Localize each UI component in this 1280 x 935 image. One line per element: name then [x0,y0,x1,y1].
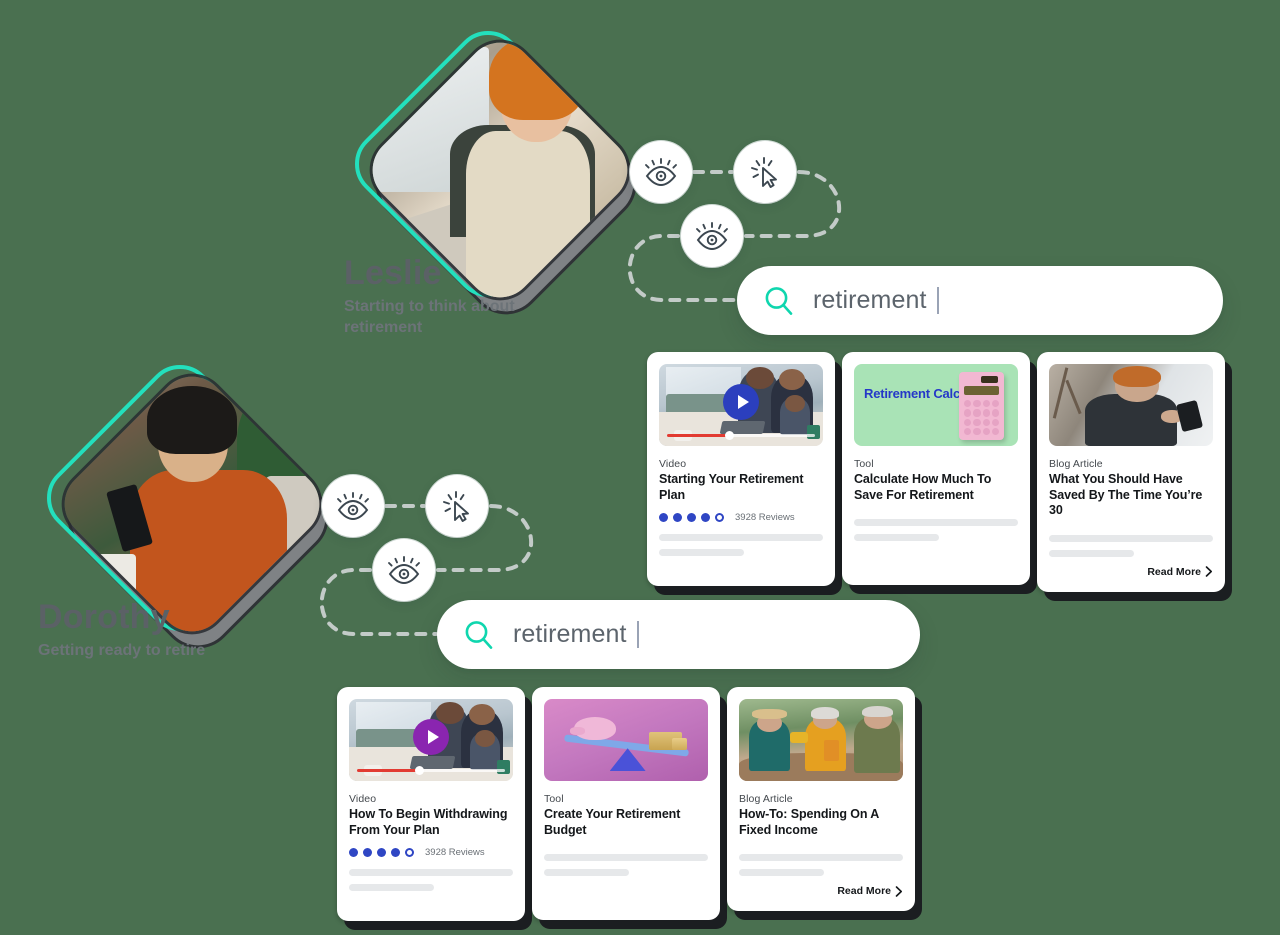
card-thumbnail [659,364,823,446]
play-button-icon[interactable] [723,384,759,420]
card-kind: Video [659,458,687,470]
eye-icon [696,222,728,250]
placeholder-line [659,534,823,541]
card-title: How To Begin Withdrawing From Your Plan [349,807,508,837]
journey-eye-bubble-dorothy-1[interactable] [322,475,384,537]
card-kind: Tool [854,458,874,470]
card-rating: 3928 Reviews [659,512,823,523]
persona-dorothy-label: Dorothy Getting ready to retire [38,598,206,661]
placeholder-line [739,869,825,876]
rating-dot [363,848,372,857]
card-thumbnail [739,699,903,781]
journey-eye-bubble-dorothy-2[interactable] [373,539,435,601]
rating-dot [687,513,696,522]
placeholder-line [349,884,435,891]
search-icon [463,619,495,651]
search-icon [763,285,795,317]
persona-name: Leslie [344,254,442,292]
card-review-count: 3928 Reviews [425,847,485,858]
placeholder-line [739,854,903,861]
search-bar-leslie[interactable]: retirement [737,266,1223,335]
chevron-right-icon [895,885,902,897]
journey-click-bubble-leslie[interactable] [734,141,796,203]
journey-eye-bubble-leslie-1[interactable] [630,141,692,203]
card-kind: Tool [544,793,564,805]
card-thumbnail [544,699,708,781]
play-button-icon[interactable] [413,719,449,755]
persona-leslie-avatar [340,16,648,326]
rating-dot [391,848,400,857]
read-more-button[interactable]: Read More [1049,566,1213,578]
result-card[interactable]: Blog Article How-To: Spending On A Fixed… [727,687,915,911]
text-caret [636,621,639,648]
click-cursor-icon [751,157,777,188]
card-rating: 3928 Reviews [349,847,513,858]
journey-eye-bubble-leslie-2[interactable] [681,205,743,267]
text-caret [936,287,939,314]
card-title: Calculate How Much To Save For Retiremen… [854,472,992,502]
eye-icon [645,158,677,186]
persona-subtitle: Getting ready to retire [38,641,206,659]
journey-click-bubble-dorothy[interactable] [426,475,488,537]
rating-dot-empty [715,513,724,522]
rating-dot [659,513,668,522]
piggy-bank-seesaw-illustration [544,699,708,781]
eye-icon [337,492,369,520]
rating-dot [349,848,358,857]
video-progress-bar[interactable] [667,431,815,440]
result-card[interactable]: Video How To Begin Withdrawing From Your… [337,687,525,921]
read-more-button[interactable]: Read More [739,885,903,897]
card-kind: Blog Article [1049,458,1103,470]
placeholder-line [1049,549,1135,557]
placeholder-line [854,534,940,541]
card-kind: Blog Article [739,793,793,805]
placeholder-line [659,549,745,556]
search-input-dorothy[interactable]: retirement [513,620,627,649]
result-card[interactable]: Retirement Calculator Tool Calculate How… [842,352,1030,585]
eye-icon [388,556,420,584]
video-progress-bar[interactable] [357,766,505,775]
rating-dot-empty [405,848,414,857]
rating-dot [673,513,682,522]
placeholder-line [349,869,513,876]
read-more-label: Read More [837,885,891,897]
search-input-leslie[interactable]: retirement [813,286,927,315]
rating-dot [377,848,386,857]
card-thumbnail: Retirement Calculator [854,364,1018,446]
chevron-right-icon [1205,566,1212,577]
card-title: Starting Your Retirement Plan [659,472,804,502]
card-review-count: 3928 Reviews [735,512,795,523]
placeholder-line [854,519,1018,526]
persona-dorothy-avatar [32,350,340,660]
result-card[interactable]: Tool Create Your Retirement Budget [532,687,720,920]
placeholder-line [544,869,630,876]
card-kind: Video [349,793,377,805]
card-title: What You Should Have Saved By The Time Y… [1049,472,1203,517]
result-card[interactable]: Video Starting Your Retirement Plan 3928… [647,352,835,586]
click-cursor-icon [443,491,469,522]
persona-leslie-label: Leslie Starting to think about retiremen… [344,254,544,339]
placeholder-line [544,854,708,861]
card-title: Create Your Retirement Budget [544,807,681,837]
read-more-label: Read More [1147,565,1201,578]
card-thumbnail [349,699,513,781]
result-card[interactable]: Blog Article What You Should Have Saved … [1037,352,1225,592]
rating-dot [701,513,710,522]
card-thumbnail [1049,364,1213,446]
placeholder-line [1049,534,1213,542]
persona-subtitle: Starting to think about retirement [344,297,515,337]
card-title: How-To: Spending On A Fixed Income [739,807,879,837]
persona-name: Dorothy [38,598,170,636]
calculator-icon [959,372,1004,440]
search-bar-dorothy[interactable]: retirement [437,600,920,669]
canvas: Leslie Starting to think about retiremen… [0,0,1280,935]
